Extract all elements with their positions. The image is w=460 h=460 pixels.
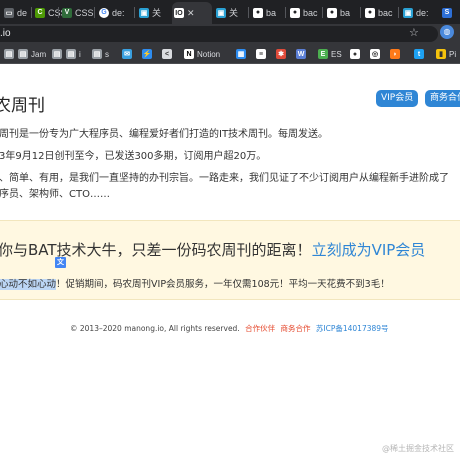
- address-bar[interactable]: .io: [0, 26, 438, 42]
- ws-icon: W: [296, 49, 306, 59]
- tab-3[interactable]: V CSS: [60, 3, 96, 22]
- rss-icon: ◗: [390, 49, 400, 59]
- tab-9[interactable]: ● bac: [288, 3, 320, 22]
- bookmark-i[interactable]: ▤ i: [66, 48, 81, 60]
- code-icon: <: [162, 49, 172, 59]
- google-icon: G: [99, 7, 109, 18]
- bookmark-es[interactable]: E ES: [318, 48, 342, 60]
- flash-icon: ⚡: [142, 49, 152, 59]
- bear-icon: ●: [253, 7, 263, 18]
- bookmark-item[interactable]: <: [162, 48, 172, 60]
- vip-promo-text: 心动不如心动！促销期间，码农周刊VIP会员服务，一年仅需108元！平均一天花费不…: [0, 279, 390, 290]
- bookmark-notion[interactable]: N Notion: [184, 48, 220, 60]
- bear-icon: ●: [327, 7, 337, 18]
- globe-icon: ◎: [370, 49, 380, 59]
- browser-toolbar: .io ☆: [0, 24, 460, 44]
- bear-icon: ●: [290, 7, 300, 18]
- mail-icon: ✉: [122, 49, 132, 59]
- bookmark-item[interactable]: ✱: [276, 48, 286, 60]
- extension-icon[interactable]: S: [440, 3, 454, 22]
- github-icon: ●: [350, 49, 360, 59]
- bookmark-folder[interactable]: ▤: [4, 48, 14, 60]
- css-icon: C: [35, 7, 45, 18]
- stats-paragraph: 3年9月12日创刊至今，已发送300多期，订阅用户超20万。: [0, 151, 267, 162]
- folder-icon: ▤: [18, 49, 28, 59]
- tab-11[interactable]: ● bac: [363, 3, 395, 22]
- bookmark-item[interactable]: ▤: [52, 48, 62, 60]
- tab-active[interactable]: IO ✕: [172, 2, 212, 24]
- page-content: 农周刊 VIP会员 商务合作 周刊是一份专为广大程序员、编程爱好者们打造的IT技…: [0, 65, 460, 460]
- close-icon[interactable]: ✕: [187, 8, 195, 19]
- pi-icon: ▮: [436, 49, 446, 59]
- intro-paragraph: 周刊是一份专为广大程序员、编程爱好者们打造的IT技术周刊。每周发送。: [0, 129, 329, 140]
- s-icon: S: [442, 7, 452, 18]
- vip-signup-link[interactable]: 立刻成为VIP会员: [312, 241, 426, 259]
- bookmark-item[interactable]: W: [296, 48, 306, 60]
- tab-12[interactable]: ▣ de:: [401, 3, 431, 22]
- business-button[interactable]: 商务合作: [425, 90, 460, 107]
- bookmark-item[interactable]: ●: [350, 48, 360, 60]
- bookmark-item[interactable]: ◗: [390, 48, 400, 60]
- icp-link[interactable]: 苏ICP备14017389号: [316, 324, 389, 333]
- tab-8[interactable]: ● ba: [251, 3, 278, 22]
- folder-icon: ▤: [4, 49, 14, 59]
- bookmark-item[interactable]: ≡: [256, 48, 266, 60]
- translate-icon[interactable]: 文: [55, 257, 66, 268]
- es-icon: E: [318, 49, 328, 59]
- vip-promo-band: 你与BAT技术大牛，只差一份码农周刊的距离！立刻成为VIP会员 文 心动不如心动…: [0, 220, 460, 300]
- bookmark-item[interactable]: ▦: [236, 48, 246, 60]
- folder-icon: ▤: [66, 49, 76, 59]
- bookmark-jam[interactable]: ▤ Jam: [18, 48, 46, 60]
- page-icon: ▣: [403, 7, 413, 18]
- partners-link[interactable]: 合作伙伴: [245, 324, 275, 333]
- tab-5[interactable]: ▣ 关: [137, 3, 165, 22]
- io-icon: IO: [174, 8, 184, 18]
- page-icon: ▣: [139, 7, 149, 18]
- bookmark-item[interactable]: t: [414, 48, 424, 60]
- folder-icon: ▤: [92, 49, 102, 59]
- notion-icon: N: [184, 49, 194, 59]
- selected-text: 心动不如心动: [0, 279, 57, 290]
- tab-1[interactable]: ▭ de: [2, 3, 29, 22]
- bookmark-pi[interactable]: ▮ Pi: [436, 48, 456, 60]
- doc-icon: ▭: [4, 7, 14, 18]
- bookmark-item[interactable]: ⚡: [142, 48, 152, 60]
- tab-7[interactable]: ▣ 关: [214, 3, 242, 22]
- page-title: 农周刊: [0, 96, 45, 116]
- business-link[interactable]: 商务合作: [281, 324, 311, 333]
- watermark: @稀土掘金技术社区: [382, 444, 454, 453]
- mission-paragraph-cont: 序员、架构师、CTO……: [0, 189, 110, 200]
- tab-4[interactable]: G de:: [97, 3, 127, 22]
- v-icon: V: [62, 7, 72, 18]
- vip-button[interactable]: VIP会员: [376, 90, 419, 107]
- bars-icon: ≡: [256, 49, 266, 59]
- twitter-icon: t: [414, 49, 424, 59]
- footer: © 2013–2020 manong.io, All rights reserv…: [70, 323, 389, 334]
- grid-icon: ▦: [236, 49, 246, 59]
- page-icon: ▣: [216, 7, 226, 18]
- bookmark-s[interactable]: ▤ s: [92, 48, 109, 60]
- folder-icon: ▤: [52, 49, 62, 59]
- bookmark-item[interactable]: ◎: [370, 48, 380, 60]
- bookmarks-bar: ▤ ▤ Jam ▤ ▤ i ▤ s ✉ ⚡ < N Notion ▦ ≡ ✱ W E ES…: [0, 44, 460, 64]
- star-icon: ✱: [276, 49, 286, 59]
- profile-avatar[interactable]: ◍: [440, 25, 454, 39]
- bookmark-star-icon[interactable]: ☆: [409, 26, 419, 39]
- mission-paragraph: 、简单、有用，是我们一直坚持的办刊宗旨。一路走来，我们见证了不少订阅用户从编程新…: [0, 173, 449, 184]
- bear-icon: ●: [365, 7, 375, 18]
- tab-10[interactable]: ● ba: [325, 3, 352, 22]
- bookmark-item[interactable]: ✉: [122, 48, 132, 60]
- copyright: © 2013–2020 manong.io, All rights reserv…: [70, 324, 240, 333]
- browser-tab-bar: ▭ de C CSS V CSS G de: ▣ 关 IO ✕ ▣ 关 ● ba…: [0, 0, 460, 24]
